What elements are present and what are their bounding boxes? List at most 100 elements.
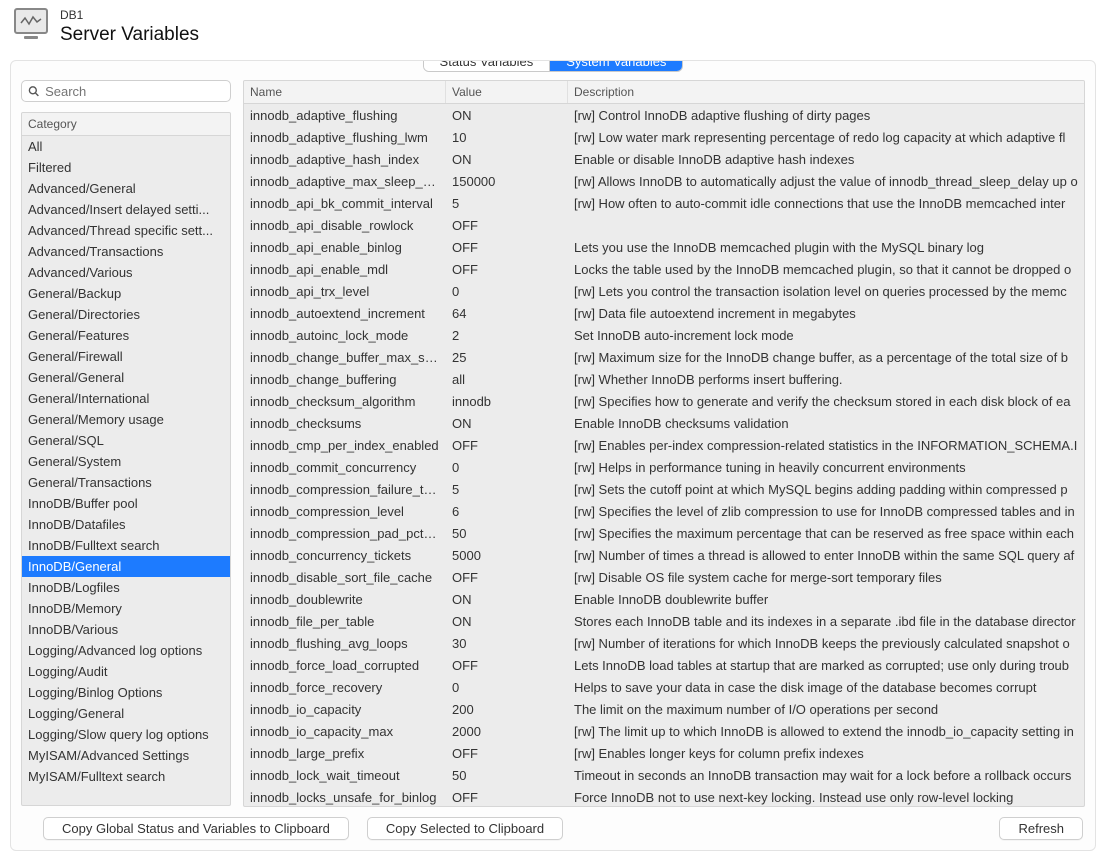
category-item[interactable]: Advanced/Various [22,262,230,283]
table-row[interactable]: innodb_adaptive_flushing_lwm10[rw] Low w… [244,126,1084,148]
category-item[interactable]: General/Directories [22,304,230,325]
category-item[interactable]: Logging/Slow query log options [22,724,230,745]
category-item[interactable]: Logging/General [22,703,230,724]
cell-name: innodb_api_disable_rowlock [244,214,446,237]
table-row[interactable]: innodb_checksumsONEnable InnoDB checksum… [244,412,1084,434]
cell-name: innodb_io_capacity [244,698,446,721]
table-row[interactable]: innodb_cmp_per_index_enabledOFF[rw] Enab… [244,434,1084,456]
category-list[interactable]: AllFilteredAdvanced/GeneralAdvanced/Inse… [22,136,230,805]
table-row[interactable]: innodb_compression_pad_pct_...50[rw] Spe… [244,522,1084,544]
category-item[interactable]: InnoDB/Fulltext search [22,535,230,556]
category-item[interactable]: InnoDB/Buffer pool [22,493,230,514]
category-item[interactable]: Logging/Binlog Options [22,682,230,703]
col-desc-header[interactable]: Description [568,81,1084,103]
table-row[interactable]: innodb_disable_sort_file_cacheOFF[rw] Di… [244,566,1084,588]
col-value-header[interactable]: Value [446,81,568,103]
category-item[interactable]: General/Memory usage [22,409,230,430]
category-item[interactable]: All [22,136,230,157]
table-row[interactable]: innodb_api_enable_binlogOFFLets you use … [244,236,1084,258]
copy-selected-button[interactable]: Copy Selected to Clipboard [367,817,563,840]
table-row[interactable]: innodb_autoinc_lock_mode2Set InnoDB auto… [244,324,1084,346]
table-row[interactable]: innodb_flushing_avg_loops30[rw] Number o… [244,632,1084,654]
table-row[interactable]: innodb_api_enable_mdlOFFLocks the table … [244,258,1084,280]
table-row[interactable]: innodb_adaptive_max_sleep_d...150000[rw]… [244,170,1084,192]
cell-desc: [rw] Specifies the maximum percentage th… [568,522,1084,545]
table-row[interactable]: innodb_compression_failure_th...5[rw] Se… [244,478,1084,500]
cell-desc: Enable or disable InnoDB adaptive hash i… [568,148,1084,171]
monitor-icon [14,8,48,34]
cell-value: 6 [446,500,568,523]
table-row[interactable]: innodb_checksum_algorithminnodb[rw] Spec… [244,390,1084,412]
table-row[interactable]: innodb_compression_level6[rw] Specifies … [244,500,1084,522]
category-item[interactable]: Advanced/Transactions [22,241,230,262]
search-input[interactable] [43,83,224,100]
table-row[interactable]: innodb_io_capacity_max2000[rw] The limit… [244,720,1084,742]
table-row[interactable]: innodb_concurrency_tickets5000[rw] Numbe… [244,544,1084,566]
table-row[interactable]: innodb_api_disable_rowlockOFF [244,214,1084,236]
table-row[interactable]: innodb_autoextend_increment64[rw] Data f… [244,302,1084,324]
table-header: Name Value Description [244,81,1084,104]
category-item[interactable]: General/System [22,451,230,472]
category-item[interactable]: Logging/Audit [22,661,230,682]
category-item[interactable]: MyISAM/Advanced Settings [22,745,230,766]
cell-name: innodb_cmp_per_index_enabled [244,434,446,457]
cell-desc [568,221,1084,229]
table-body[interactable]: innodb_adaptive_flushingON[rw] Control I… [244,104,1084,806]
cell-value: OFF [446,434,568,457]
table-row[interactable]: innodb_change_buffer_max_size25[rw] Maxi… [244,346,1084,368]
cell-value: 10 [446,126,568,149]
table-row[interactable]: innodb_doublewriteONEnable InnoDB double… [244,588,1084,610]
cell-desc: [rw] Lets you control the transaction is… [568,280,1084,303]
copy-global-button[interactable]: Copy Global Status and Variables to Clip… [43,817,349,840]
category-item[interactable]: Advanced/Insert delayed setti... [22,199,230,220]
table-row[interactable]: innodb_api_bk_commit_interval5[rw] How o… [244,192,1084,214]
cell-value: OFF [446,786,568,807]
table-row[interactable]: innodb_adaptive_hash_indexONEnable or di… [244,148,1084,170]
cell-desc: [rw] Specifies the level of zlib compres… [568,500,1084,523]
category-item[interactable]: General/International [22,388,230,409]
category-item[interactable]: Advanced/General [22,178,230,199]
table-row[interactable]: innodb_change_bufferingall[rw] Whether I… [244,368,1084,390]
category-item[interactable]: General/SQL [22,430,230,451]
category-item[interactable]: InnoDB/Logfiles [22,577,230,598]
category-item[interactable]: General/General [22,367,230,388]
col-name-header[interactable]: Name [244,81,446,103]
cell-value: innodb [446,390,568,413]
table-row[interactable]: innodb_commit_concurrency0[rw] Helps in … [244,456,1084,478]
table-row[interactable]: innodb_large_prefixOFF[rw] Enables longe… [244,742,1084,764]
category-item[interactable]: InnoDB/Datafiles [22,514,230,535]
table-row[interactable]: innodb_locks_unsafe_for_binlogOFFForce I… [244,786,1084,806]
header: DB1 Server Variables [0,0,1106,60]
search-icon [28,85,39,97]
cell-name: innodb_autoinc_lock_mode [244,324,446,347]
page-title: Server Variables [60,24,199,46]
category-item[interactable]: InnoDB/Memory [22,598,230,619]
tab-status-variables[interactable]: Status Variables [424,60,551,71]
table-row[interactable]: innodb_io_capacity200The limit on the ma… [244,698,1084,720]
category-item[interactable]: Filtered [22,157,230,178]
category-item[interactable]: General/Firewall [22,346,230,367]
cell-desc: [rw] Enables per-index compression-relat… [568,434,1084,457]
refresh-button[interactable]: Refresh [999,817,1083,840]
category-item[interactable]: General/Transactions [22,472,230,493]
category-item[interactable]: InnoDB/General [22,556,230,577]
cell-desc: [rw] Number of iterations for which Inno… [568,632,1084,655]
cell-desc: [rw] Specifies how to generate and verif… [568,390,1084,413]
category-item[interactable]: InnoDB/Various [22,619,230,640]
table-row[interactable]: innodb_adaptive_flushingON[rw] Control I… [244,104,1084,126]
category-item[interactable]: MyISAM/Fulltext search [22,766,230,787]
cell-value: ON [446,104,568,127]
table-row[interactable]: innodb_lock_wait_timeout50Timeout in sec… [244,764,1084,786]
tab-system-variables[interactable]: System Variables [550,60,682,71]
cell-name: innodb_compression_level [244,500,446,523]
table-row[interactable]: innodb_api_trx_level0[rw] Lets you contr… [244,280,1084,302]
table-row[interactable]: innodb_force_recovery0Helps to save your… [244,676,1084,698]
category-item[interactable]: Logging/Advanced log options [22,640,230,661]
search-box[interactable] [21,80,231,102]
category-item[interactable]: Advanced/Thread specific sett... [22,220,230,241]
cell-desc: [rw] Number of times a thread is allowed… [568,544,1084,567]
category-item[interactable]: General/Features [22,325,230,346]
table-row[interactable]: innodb_force_load_corruptedOFFLets InnoD… [244,654,1084,676]
table-row[interactable]: innodb_file_per_tableONStores each InnoD… [244,610,1084,632]
category-item[interactable]: General/Backup [22,283,230,304]
